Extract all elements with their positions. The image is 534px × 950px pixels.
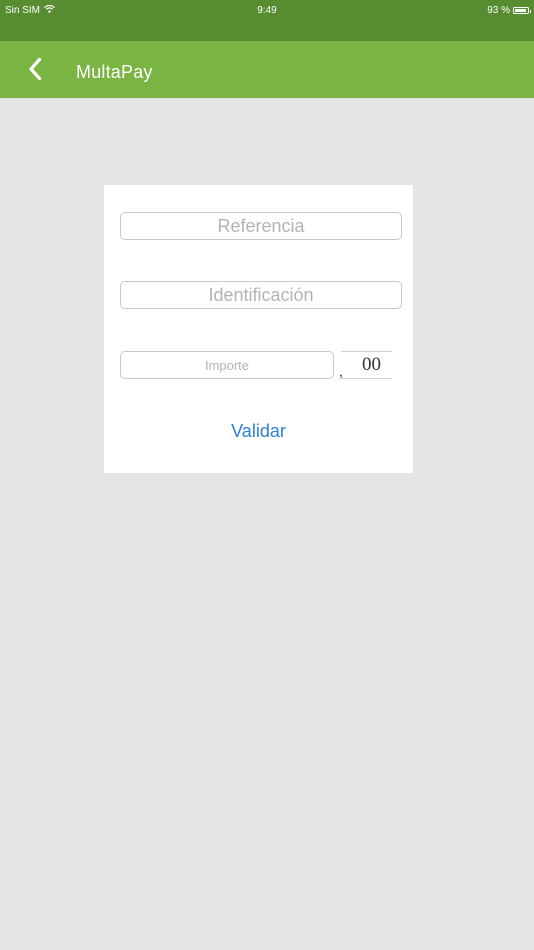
validate-button[interactable]: Validar bbox=[104, 421, 413, 442]
battery-icon bbox=[513, 7, 531, 14]
chevron-left-icon bbox=[29, 57, 42, 81]
status-bar: Sin SIM 9:49 93 % bbox=[0, 0, 534, 41]
payment-form-card: , Validar bbox=[104, 185, 413, 473]
battery-level bbox=[515, 9, 527, 12]
battery-percentage: 93 % bbox=[487, 5, 510, 16]
cents-input[interactable] bbox=[341, 351, 392, 379]
status-time: 9:49 bbox=[257, 5, 277, 16]
navigation-bar: MultaPay bbox=[0, 41, 534, 98]
amount-input[interactable] bbox=[120, 351, 334, 379]
back-button[interactable] bbox=[22, 55, 48, 83]
status-right: 93 % bbox=[487, 5, 531, 16]
identification-input[interactable] bbox=[120, 281, 402, 309]
reference-input[interactable] bbox=[120, 212, 402, 240]
page-title: MultaPay bbox=[76, 62, 153, 82]
